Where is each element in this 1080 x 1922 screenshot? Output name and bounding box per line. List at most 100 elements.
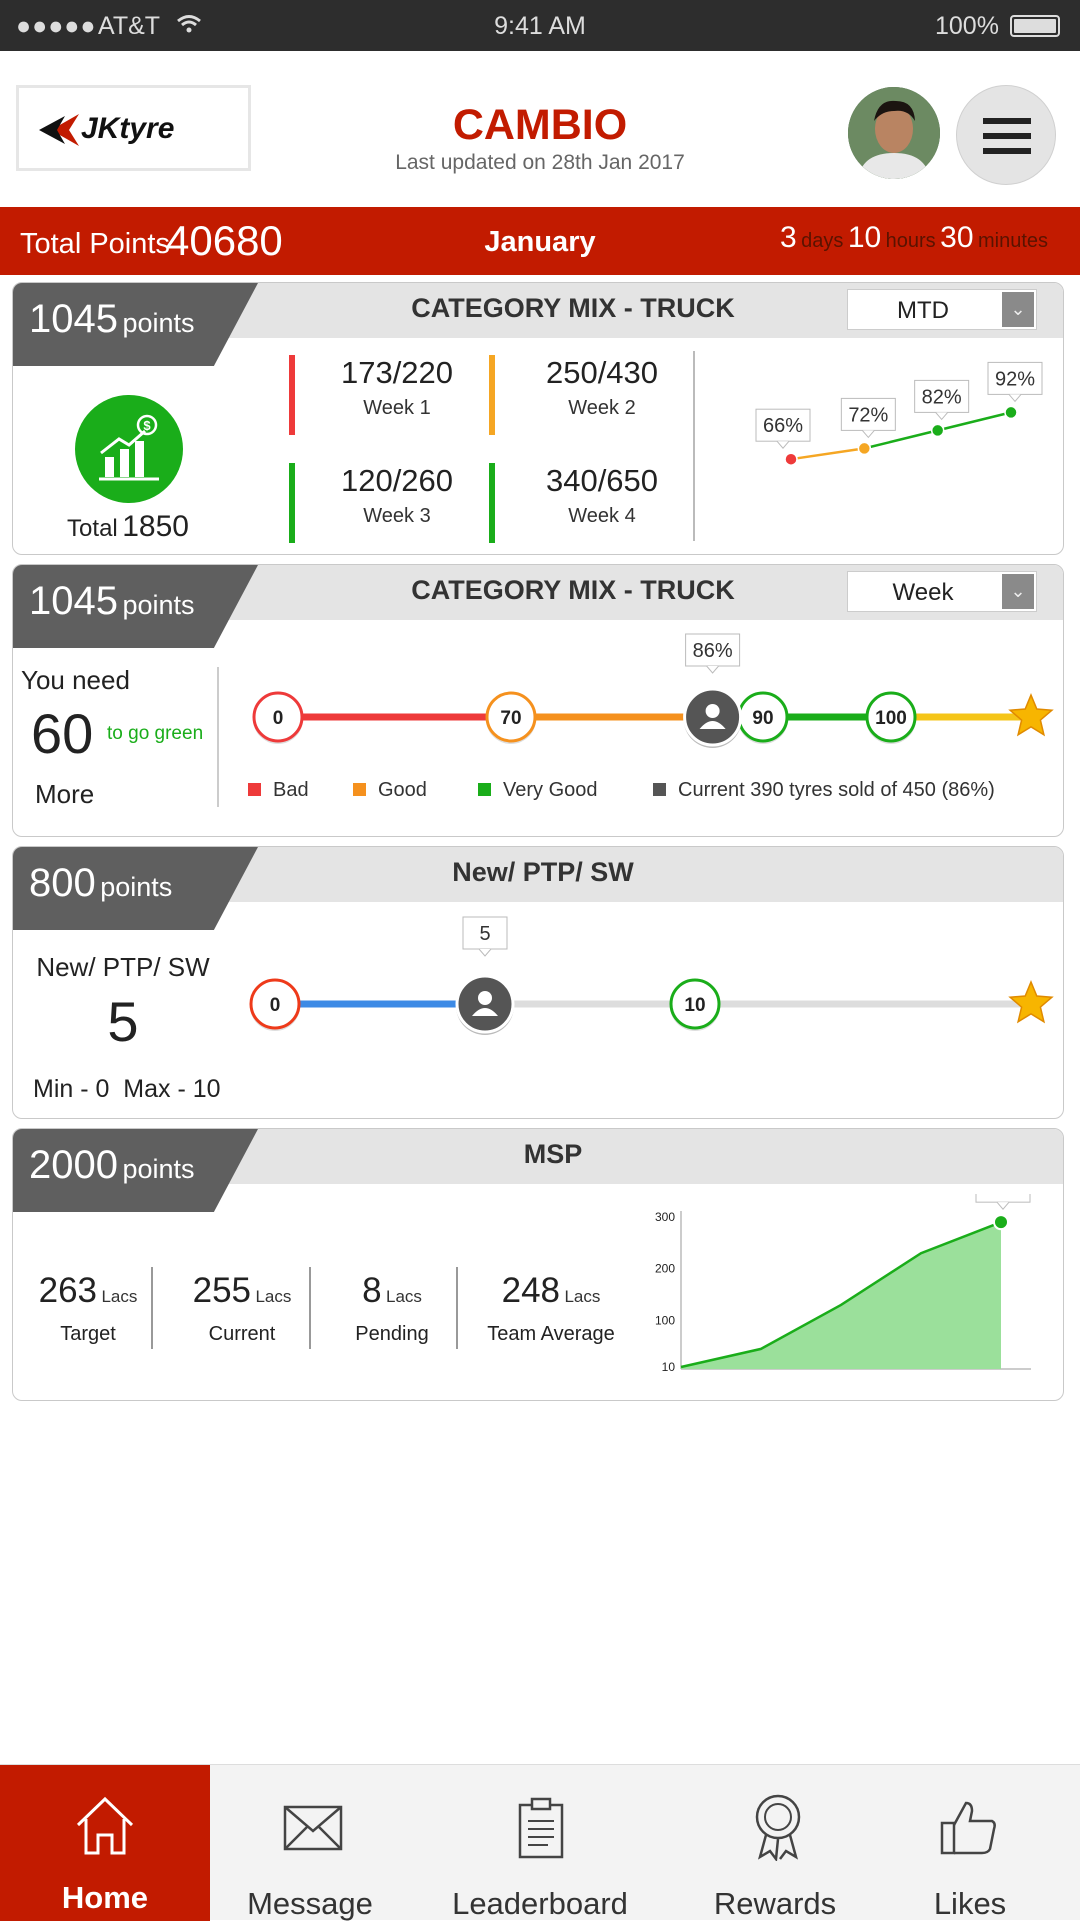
milestone-label: 0 <box>273 708 284 729</box>
card-title: CATEGORY MIX - TRUCK <box>411 575 735 605</box>
chevron-down-icon: ⌄ <box>1002 574 1034 609</box>
total-display: Total 1850 <box>67 510 189 543</box>
battery-label: 100% <box>935 12 999 40</box>
y-tick-label: 100 <box>655 1313 675 1327</box>
current-label: 5 <box>479 923 490 945</box>
msp-current: 255 Lacs Current <box>192 1271 292 1345</box>
countdown: 3 days 10 hours 30 minutes <box>779 221 1048 254</box>
data-label: 66% <box>763 415 803 437</box>
week-3-bar <box>289 463 295 543</box>
end-label: 92% <box>983 1194 1023 1198</box>
logo-mark-icon <box>39 114 79 146</box>
menu-button[interactable] <box>956 85 1056 185</box>
category-mix-mtd-card: 1045 points CATEGORY MIX - TRUCK MTD ⌄ $… <box>12 282 1064 555</box>
mtd-line-chart: 66% 72% 82% 92% <box>755 361 1043 466</box>
envelope-icon <box>283 1805 343 1851</box>
end-point <box>993 1214 1009 1231</box>
milestone-label: 0 <box>270 995 281 1016</box>
milestone-label: 70 <box>500 708 521 729</box>
tab-label: Leaderboard <box>452 1886 628 1921</box>
area-fill <box>681 1222 1001 1369</box>
y-tick-label: 200 <box>655 1262 675 1276</box>
points-bar: Total Points 40680 January 3 days 10 hou… <box>0 207 1080 275</box>
legend-bad: Bad <box>248 779 309 802</box>
user-icon-head <box>478 991 492 1005</box>
hamburger-icon <box>983 118 1031 154</box>
week-4-bar <box>489 463 495 543</box>
legend-swatch <box>353 783 366 796</box>
period-dropdown[interactable]: MTD ⌄ <box>847 289 1037 330</box>
msp-target: 263 Lacs Target <box>38 1271 138 1345</box>
category-mix-week-card: 1045 points CATEGORY MIX - TRUCK Week ⌄ … <box>12 564 1064 837</box>
week-2-stat: 250/430 Week 2 <box>545 355 659 419</box>
legend-swatch <box>653 783 666 796</box>
data-point <box>1004 405 1018 420</box>
tab-label: Message <box>247 1886 373 1921</box>
msp-team-average: 248 Lacs Team Average <box>487 1271 615 1345</box>
tab-label: Rewards <box>713 1886 837 1921</box>
current-month: January <box>484 226 596 258</box>
week-1-stat: 173/220 Week 1 <box>340 355 454 419</box>
series-segment <box>864 429 938 450</box>
end-label-pointer <box>996 1201 1010 1210</box>
tab-leaderboard[interactable]: Leaderboard <box>440 1765 640 1921</box>
legend-swatch <box>478 783 491 796</box>
points-tab: 800 points <box>13 847 258 930</box>
current-label-pointer <box>478 948 492 957</box>
more-label: More <box>35 779 95 809</box>
legend-current: Current 390 tyres sold of 450 (86%) <box>653 779 995 802</box>
total-points-value: 40680 <box>166 217 283 264</box>
status-bar: ●●●●● AT&T 9:41 AM 100% <box>0 0 1080 51</box>
user-icon-head <box>705 704 720 718</box>
clock: 9:41 AM <box>494 12 586 40</box>
current-label: 86% <box>693 640 733 662</box>
series-segment <box>937 411 1012 432</box>
progress-track: 0 10 5 <box>249 916 1054 1035</box>
y-tick-label: 10 <box>662 1360 676 1374</box>
points-tab: 1045 points <box>13 283 258 366</box>
tab-home[interactable]: Home <box>0 1765 210 1921</box>
tab-rewards[interactable]: Rewards <box>680 1765 870 1921</box>
chevron-down-icon: ⌄ <box>1002 292 1034 327</box>
need-value: 60 <box>31 702 94 765</box>
award-icon <box>755 1794 801 1861</box>
legend-swatch <box>248 783 261 796</box>
data-label-pointer <box>776 440 790 449</box>
need-suffix: to go green <box>107 723 204 744</box>
new-ptp-sw-card: 800 points New/ PTP/ SW New/ PTP/ SW 5 M… <box>12 846 1064 1119</box>
tab-likes[interactable]: Likes <box>880 1765 1060 1921</box>
profile-photo <box>848 87 940 179</box>
bottom-tab-bar: Home Message Leaderboard Rewards Likes <box>0 1764 1080 1921</box>
tab-label: Home <box>61 1880 149 1915</box>
msp-card: 2000 points MSP 263 Lacs Target 255 Lacs C… <box>12 1128 1064 1401</box>
avatar[interactable] <box>848 87 940 179</box>
msp-area-chart: 10 100 200 300 92% <box>655 1194 1031 1374</box>
period-dropdown[interactable]: Week ⌄ <box>847 571 1037 612</box>
data-label: 72% <box>848 404 888 426</box>
milestone-label: 90 <box>752 708 773 729</box>
metric-value: 5 <box>107 990 139 1053</box>
data-label: 82% <box>922 386 962 408</box>
y-tick-label: 300 <box>655 1210 675 1224</box>
data-point <box>930 423 945 438</box>
data-point <box>784 452 798 466</box>
home-icon <box>76 1796 134 1855</box>
battery-icon <box>1010 15 1060 37</box>
data-point <box>857 441 872 456</box>
current-label-pointer <box>706 665 719 674</box>
tab-message[interactable]: Message <box>210 1765 410 1921</box>
card-title: MSP <box>523 1139 583 1169</box>
goal-star-icon <box>1008 980 1054 1024</box>
milestone-label: 10 <box>684 995 705 1016</box>
goal-star-icon <box>1008 693 1054 737</box>
legend-very-good: Very Good <box>478 779 598 802</box>
data-label-pointer <box>935 412 949 421</box>
total-points-label: Total Points <box>20 228 170 260</box>
range-text: Min - 0 Max - 10 <box>33 1075 221 1103</box>
card-title: New/ PTP/ SW <box>452 857 634 887</box>
need-label: You need <box>21 665 130 695</box>
app-header: JKtyre CAMBIO Last updated on 28th Jan 2… <box>0 51 1080 208</box>
week-1-bar <box>289 355 295 435</box>
points-tab: 1045 points <box>13 565 258 648</box>
metric-label: New/ PTP/ SW <box>36 952 210 982</box>
